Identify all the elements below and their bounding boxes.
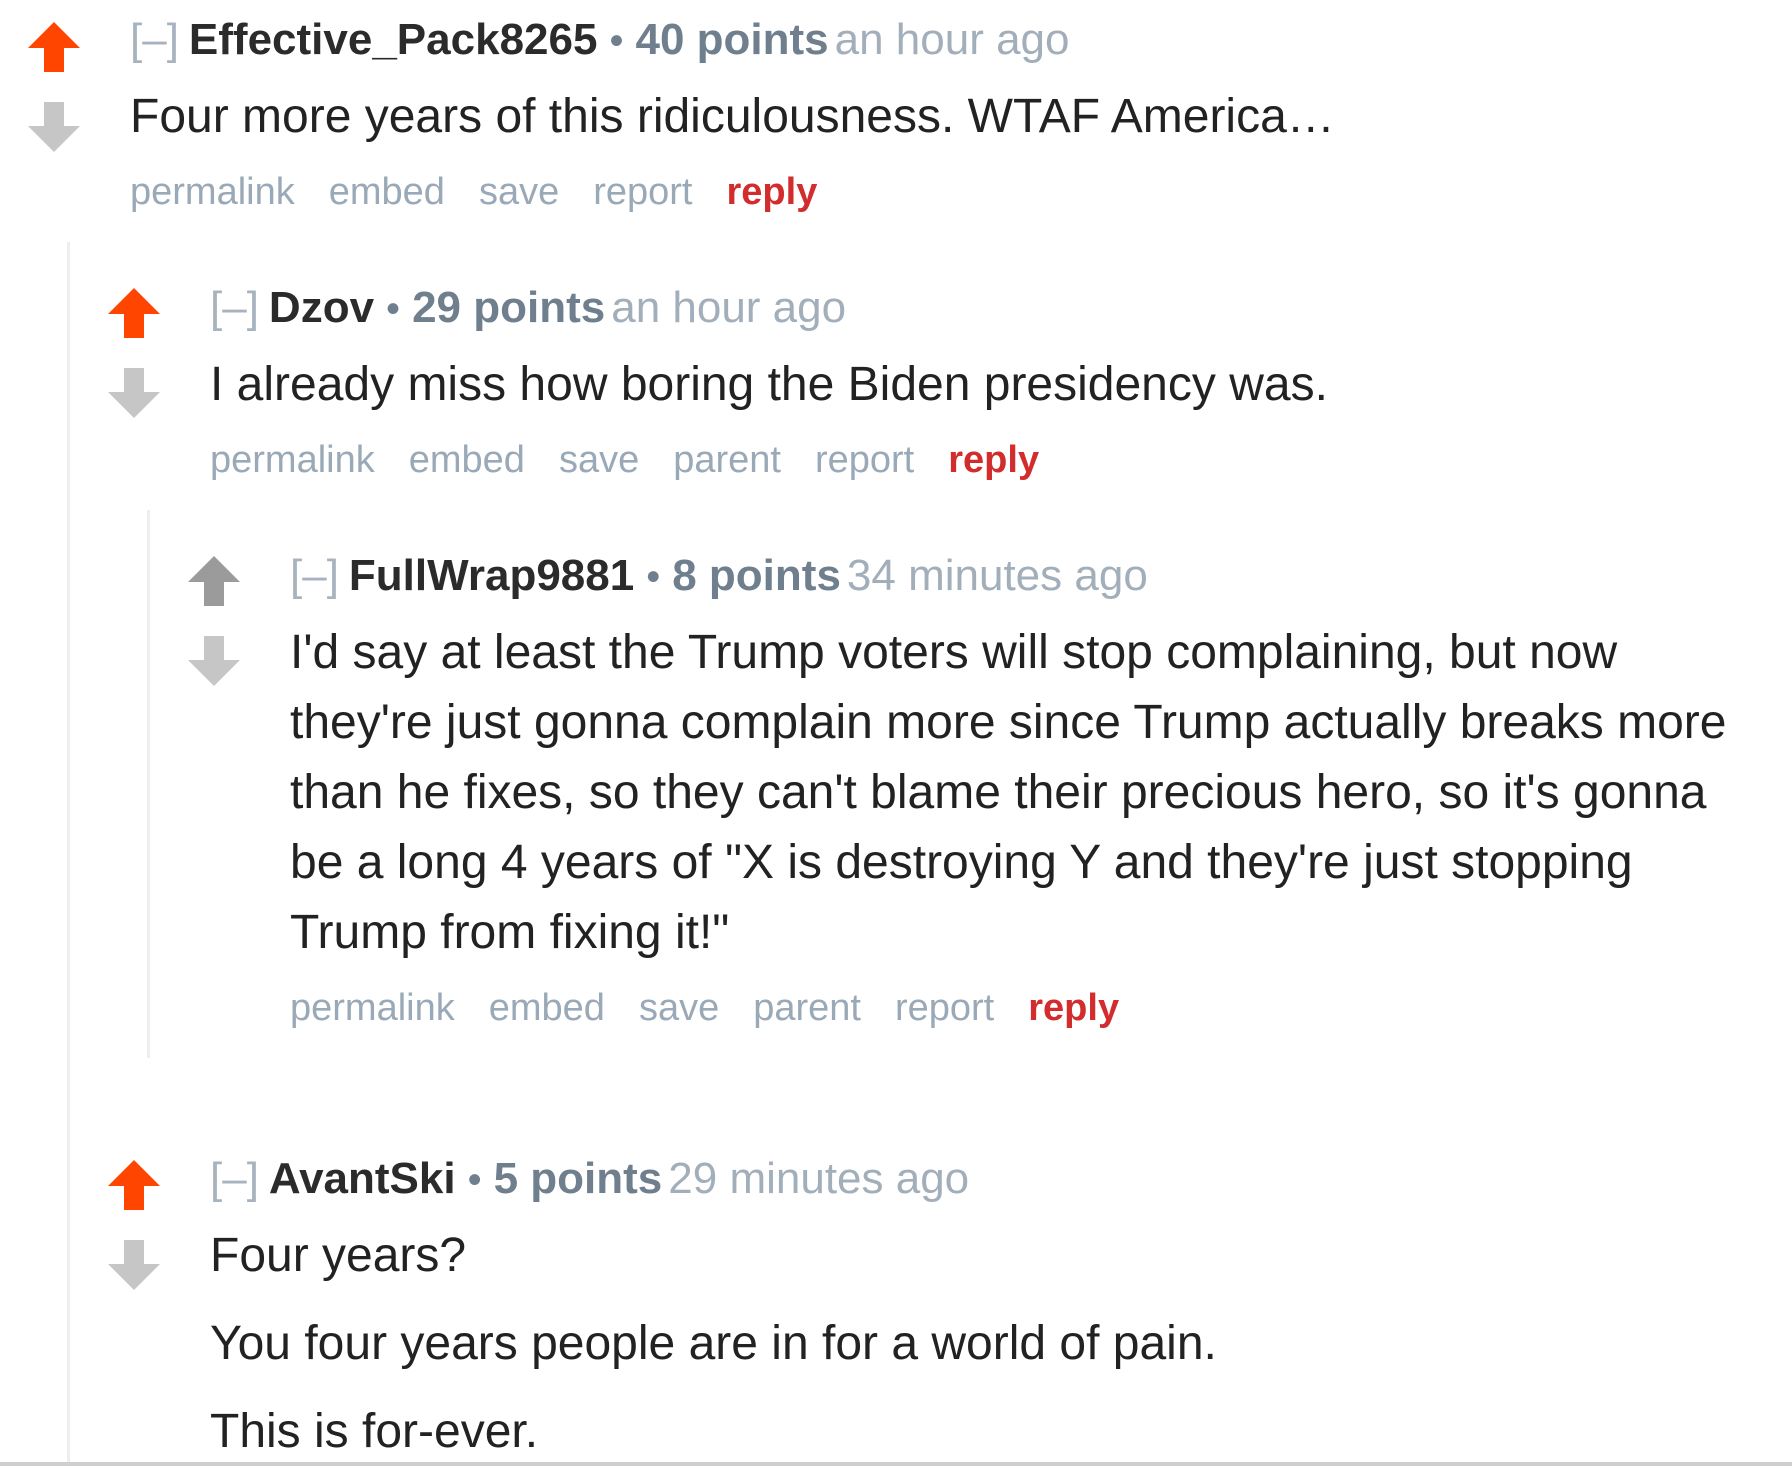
- comment-body: Four years? You four years people are in…: [210, 1221, 1710, 1467]
- collapse-toggle[interactable]: [–]: [210, 1154, 259, 1203]
- timestamp: an hour ago: [834, 15, 1070, 64]
- comment-text: I'd say at least the Trump voters will s…: [290, 626, 1727, 959]
- author-link[interactable]: Effective_Pack8265: [189, 15, 598, 64]
- downvote-arrow-icon[interactable]: [106, 1238, 162, 1292]
- comment-text: You four years people are in for a world…: [210, 1317, 1217, 1370]
- page-bottom-border: [0, 1462, 1792, 1466]
- downvote-arrow-icon[interactable]: [26, 100, 82, 154]
- comment-actions: permalink embed save parent report reply: [210, 438, 1710, 482]
- vote-arrows: [106, 286, 162, 436]
- vote-arrows: [106, 1158, 162, 1308]
- vote-arrows: [186, 554, 242, 704]
- author-link[interactable]: FullWrap9881: [349, 551, 634, 600]
- comment-tagline: [–] Dzov • 29 points an hour ago: [210, 282, 1710, 334]
- score: 40 points: [635, 15, 829, 64]
- thread-line-level-2: [147, 510, 150, 1058]
- score: 8 points: [672, 551, 841, 600]
- embed-link[interactable]: embed: [489, 987, 605, 1029]
- vote-arrows: [26, 20, 82, 170]
- reply-link[interactable]: reply: [948, 439, 1039, 481]
- embed-link[interactable]: embed: [409, 439, 525, 481]
- reply-link[interactable]: reply: [727, 171, 818, 213]
- report-link[interactable]: report: [895, 987, 994, 1029]
- upvote-arrow-icon[interactable]: [106, 1158, 162, 1212]
- timestamp: an hour ago: [611, 283, 847, 332]
- thread-line-level-1: [67, 242, 70, 1466]
- comment-text: Four years?: [210, 1229, 467, 1282]
- comment-text: Four more years of this ridiculousness. …: [130, 90, 1335, 143]
- upvote-arrow-icon[interactable]: [186, 554, 242, 608]
- permalink-link[interactable]: permalink: [130, 171, 295, 213]
- comment-text: This is for-ever.: [210, 1405, 539, 1458]
- comment-tagline: [–] FullWrap9881 • 8 points 34 minutes ago: [290, 550, 1765, 602]
- comment-entry: [–] Effective_Pack8265 • 40 points an hour a…: [130, 14, 1630, 214]
- save-link[interactable]: save: [479, 171, 559, 213]
- comment-tagline: [–] Effective_Pack8265 • 40 points an hour a…: [130, 14, 1630, 66]
- save-link[interactable]: save: [639, 987, 719, 1029]
- comment-tagline: [–] AvantSki • 5 points 29 minutes ago: [210, 1153, 1710, 1205]
- separator-dot: •: [646, 555, 661, 599]
- downvote-arrow-icon[interactable]: [186, 634, 242, 688]
- reply-link[interactable]: reply: [1028, 987, 1119, 1029]
- comment-actions: permalink embed save report reply: [130, 170, 1630, 214]
- collapse-toggle[interactable]: [–]: [210, 283, 259, 332]
- timestamp: 34 minutes ago: [846, 551, 1148, 600]
- comment-entry: [–] FullWrap9881 • 8 points 34 minutes ago I…: [290, 550, 1765, 1030]
- author-link[interactable]: AvantSki: [269, 1154, 456, 1203]
- timestamp: 29 minutes ago: [668, 1154, 970, 1203]
- report-link[interactable]: report: [815, 439, 914, 481]
- save-link[interactable]: save: [559, 439, 639, 481]
- embed-link[interactable]: embed: [329, 171, 445, 213]
- upvote-arrow-icon[interactable]: [26, 20, 82, 74]
- parent-link[interactable]: parent: [753, 987, 861, 1029]
- score: 29 points: [412, 283, 606, 332]
- permalink-link[interactable]: permalink: [210, 439, 375, 481]
- upvote-arrow-icon[interactable]: [106, 286, 162, 340]
- separator-dot: •: [467, 1158, 482, 1202]
- parent-link[interactable]: parent: [673, 439, 781, 481]
- comment-entry: [–] AvantSki • 5 points 29 minutes ago Four …: [210, 1153, 1710, 1467]
- author-link[interactable]: Dzov: [269, 283, 374, 332]
- comment-body: I already miss how boring the Biden pres…: [210, 350, 1710, 420]
- separator-dot: •: [609, 19, 624, 63]
- comment-body: Four more years of this ridiculousness. …: [130, 82, 1630, 152]
- permalink-link[interactable]: permalink: [290, 987, 455, 1029]
- downvote-arrow-icon[interactable]: [106, 366, 162, 420]
- comment-entry: [–] Dzov • 29 points an hour ago I already m…: [210, 282, 1710, 482]
- score: 5 points: [493, 1154, 663, 1203]
- comment-body: I'd say at least the Trump voters will s…: [290, 618, 1765, 968]
- separator-dot: •: [386, 287, 401, 331]
- report-link[interactable]: report: [593, 171, 692, 213]
- comment-actions: permalink embed save parent report reply: [290, 986, 1765, 1030]
- comment-text: I already miss how boring the Biden pres…: [210, 358, 1328, 411]
- collapse-toggle[interactable]: [–]: [290, 551, 339, 600]
- collapse-toggle[interactable]: [–]: [130, 15, 179, 64]
